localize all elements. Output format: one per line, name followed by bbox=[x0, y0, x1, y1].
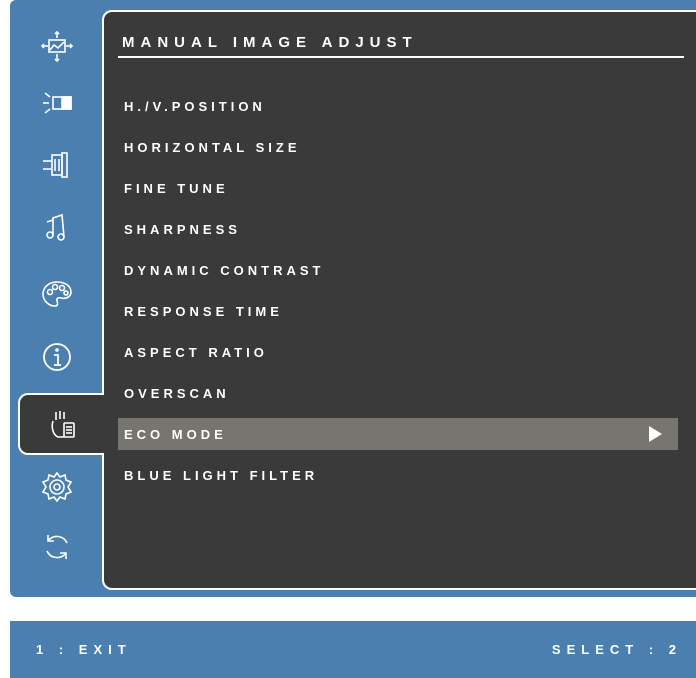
footer-bar: 1 : EXIT SELECT : 2 bbox=[10, 621, 696, 678]
menu-item-label: RESPONSE TIME bbox=[124, 303, 283, 319]
menu-item-overscan[interactable]: OVERSCAN bbox=[118, 377, 678, 409]
menu-item-label: FINE TUNE bbox=[124, 180, 229, 196]
audio-adjust-icon[interactable] bbox=[10, 198, 104, 256]
setup-menu-icon[interactable] bbox=[10, 458, 104, 516]
menu-item-blue-light-filter[interactable]: BLUE LIGHT FILTER bbox=[118, 459, 678, 491]
select-hint[interactable]: SELECT : 2 bbox=[552, 642, 682, 657]
menu-item-response-time[interactable]: RESPONSE TIME bbox=[118, 295, 678, 327]
menu-item-label: H./V.POSITION bbox=[124, 98, 266, 114]
menu-item-sharpness[interactable]: SHARPNESS bbox=[118, 213, 678, 245]
information-icon[interactable] bbox=[10, 328, 104, 386]
menu-item-label: BLUE LIGHT FILTER bbox=[124, 467, 319, 483]
osd-window: MANUAL IMAGE ADJUST H./V.POSITION HORIZO… bbox=[10, 0, 696, 597]
menu-item-label: OVERSCAN bbox=[124, 385, 230, 401]
submenu-arrow-icon bbox=[649, 426, 662, 442]
menu-item-horizontal-size[interactable]: HORIZONTAL SIZE bbox=[118, 131, 678, 163]
menu-panel: MANUAL IMAGE ADJUST H./V.POSITION HORIZO… bbox=[102, 10, 696, 590]
input-select-icon[interactable] bbox=[10, 136, 104, 194]
menu-item-hv-position[interactable]: H./V.POSITION bbox=[118, 90, 678, 122]
page-title: MANUAL IMAGE ADJUST bbox=[122, 34, 418, 51]
menu-item-label: HORIZONTAL SIZE bbox=[124, 139, 301, 155]
exit-hint[interactable]: 1 : EXIT bbox=[36, 642, 132, 657]
title-divider bbox=[118, 56, 684, 58]
color-adjust-icon[interactable] bbox=[10, 265, 104, 323]
brightness-contrast-icon[interactable] bbox=[10, 74, 104, 132]
menu-item-label: ECO MODE bbox=[124, 426, 227, 442]
menu-item-aspect-ratio[interactable]: ASPECT RATIO bbox=[118, 336, 678, 368]
memory-recall-icon[interactable] bbox=[10, 518, 104, 576]
menu-item-eco-mode[interactable]: ECO MODE bbox=[118, 418, 678, 450]
menu-item-label: SHARPNESS bbox=[124, 221, 241, 237]
auto-adjust-icon[interactable] bbox=[10, 18, 104, 76]
sidebar bbox=[10, 0, 104, 597]
manual-image-adjust-icon[interactable] bbox=[18, 393, 104, 455]
menu-item-dynamic-contrast[interactable]: DYNAMIC CONTRAST bbox=[118, 254, 678, 286]
menu-item-label: ASPECT RATIO bbox=[124, 344, 268, 360]
menu-item-label: DYNAMIC CONTRAST bbox=[124, 262, 325, 278]
menu-item-fine-tune[interactable]: FINE TUNE bbox=[118, 172, 678, 204]
